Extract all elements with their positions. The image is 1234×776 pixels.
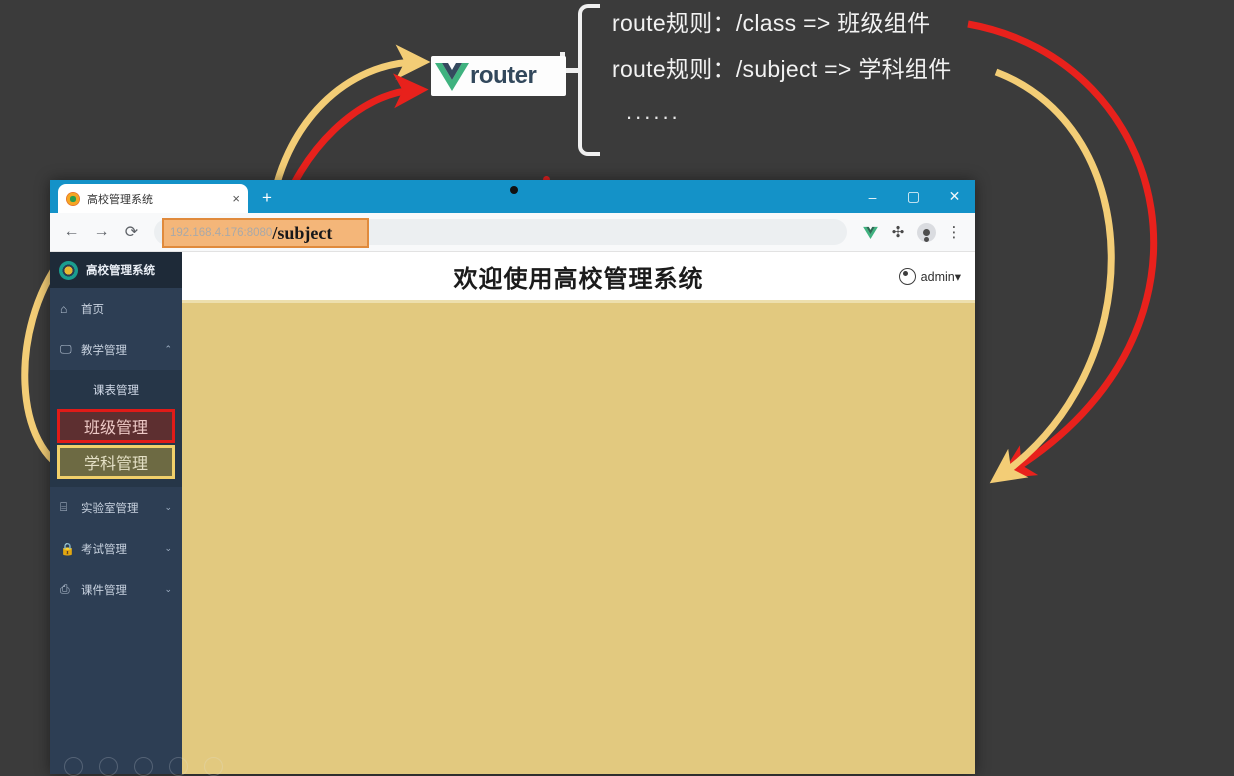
taskbar-icon[interactable] bbox=[64, 756, 83, 776]
sidebar-submenu: 课表管理 班级管理 学科管理 bbox=[50, 370, 182, 487]
site-favicon-icon bbox=[66, 191, 80, 206]
vue-devtools-icon[interactable] bbox=[857, 219, 883, 245]
app-content: 欢迎使用高校管理系统 admin▾ bbox=[182, 252, 975, 774]
profile-avatar-icon[interactable] bbox=[913, 219, 939, 245]
vue-router-logo: router bbox=[431, 56, 566, 96]
close-button[interactable]: ✕ bbox=[934, 180, 975, 213]
maximize-button[interactable]: ▢ bbox=[893, 180, 934, 213]
arrow-yellow-subject-to-page bbox=[989, 68, 1115, 484]
taskbar-icon[interactable] bbox=[204, 756, 223, 776]
window-controls: – ▢ ✕ bbox=[852, 180, 975, 213]
sidebar-item-exam-label: 考试管理 bbox=[81, 543, 127, 556]
app-sidebar: 高校管理系统 ⌂ 首页 🖵 教学管理 ⌃ 课表管理 班级管理 学科管理 ⌸ 实验… bbox=[50, 252, 182, 774]
reload-button[interactable]: ⟳ bbox=[118, 219, 145, 246]
router-view-area bbox=[182, 300, 975, 774]
sidebar-item-subject[interactable]: 学科管理 bbox=[57, 445, 175, 479]
route-rules-annotation: route规则：/class => 班级组件 route规则：/subject … bbox=[560, 0, 1008, 160]
content-header: 欢迎使用高校管理系统 admin▾ bbox=[182, 252, 975, 300]
brace-icon bbox=[578, 4, 600, 156]
lab-icon: ⌸ bbox=[60, 500, 68, 514]
user-name-label: admin▾ bbox=[920, 269, 961, 284]
url-path: /subject bbox=[272, 222, 333, 243]
browser-menu-icon[interactable]: ⋮ bbox=[941, 219, 967, 245]
taskbar bbox=[50, 756, 989, 776]
user-menu[interactable]: admin▾ bbox=[898, 267, 961, 285]
chevron-down-icon: ⌄ bbox=[164, 502, 172, 512]
sidebar-item-home-label: 首页 bbox=[81, 303, 104, 316]
sidebar-item-teaching-label: 教学管理 bbox=[81, 344, 127, 357]
chevron-down-icon: ⌄ bbox=[164, 584, 172, 594]
sidebar-item-lab-label: 实验室管理 bbox=[81, 502, 139, 515]
titlebar-marker-icon bbox=[510, 186, 518, 194]
browser-titlebar: 高校管理系统 × + – ▢ ✕ bbox=[50, 180, 975, 213]
brace-pointer-icon bbox=[564, 68, 580, 73]
forward-button[interactable]: → bbox=[88, 219, 115, 246]
sidebar-item-teaching[interactable]: 🖵 教学管理 ⌃ bbox=[50, 329, 182, 370]
courseware-icon: ⎙ bbox=[60, 582, 70, 596]
sidebar-item-courseware-label: 课件管理 bbox=[81, 584, 127, 597]
route-rule-subject: route规则：/subject => 学科组件 bbox=[612, 56, 952, 82]
page-title: 欢迎使用高校管理系统 bbox=[453, 265, 704, 293]
monitor-icon: 🖵 bbox=[60, 342, 72, 356]
screenshot-stage: route规则：/class => 班级组件 route规则：/subject … bbox=[0, 0, 1234, 776]
url-highlight-chip[interactable]: 192.168.4.176:8080 /subject bbox=[162, 218, 369, 248]
sidebar-item-schedule[interactable]: 课表管理 bbox=[50, 373, 182, 407]
sidebar-item-lab[interactable]: ⌸ 实验室管理 ⌄ bbox=[50, 487, 182, 528]
route-rule-ellipsis: ...... bbox=[626, 99, 681, 124]
vue-logo-icon bbox=[435, 63, 469, 91]
sidebar-item-class[interactable]: 班级管理 bbox=[57, 409, 175, 443]
sidebar-item-courseware[interactable]: ⎙ 课件管理 ⌄ bbox=[50, 569, 182, 610]
home-icon: ⌂ bbox=[60, 301, 68, 316]
lock-icon: 🔒 bbox=[60, 541, 75, 556]
browser-window: 高校管理系统 × + – ▢ ✕ ← → ⟳ ✣ ⋮ 高校管理系统 ⌂ 首页 🖵… bbox=[50, 180, 975, 774]
app-logo-icon bbox=[59, 260, 78, 280]
sidebar-item-home[interactable]: ⌂ 首页 bbox=[50, 288, 182, 329]
app-brand: 高校管理系统 bbox=[50, 252, 182, 288]
tab-title: 高校管理系统 bbox=[87, 193, 153, 206]
taskbar-icon[interactable] bbox=[99, 756, 118, 776]
browser-tab[interactable]: 高校管理系统 × bbox=[58, 184, 248, 213]
minimize-button[interactable]: – bbox=[852, 180, 893, 213]
back-button[interactable]: ← bbox=[58, 219, 85, 246]
tab-close-icon[interactable]: × bbox=[232, 191, 240, 206]
app-brand-name: 高校管理系统 bbox=[86, 265, 155, 277]
user-circle-icon bbox=[898, 267, 916, 285]
web-app: 高校管理系统 ⌂ 首页 🖵 教学管理 ⌃ 课表管理 班级管理 学科管理 ⌸ 实验… bbox=[50, 252, 975, 774]
chevron-down-icon: ⌄ bbox=[164, 543, 172, 553]
taskbar-icon[interactable] bbox=[169, 756, 188, 776]
vue-router-label: router bbox=[470, 62, 537, 89]
route-rule-class: route规则：/class => 班级组件 bbox=[612, 10, 931, 36]
url-host: 192.168.4.176:8080 bbox=[170, 227, 273, 239]
chevron-up-icon: ⌃ bbox=[164, 344, 172, 354]
taskbar-icon[interactable] bbox=[134, 756, 153, 776]
sidebar-item-exam[interactable]: 🔒 考试管理 ⌄ bbox=[50, 528, 182, 569]
new-tab-button[interactable]: + bbox=[262, 189, 272, 206]
puzzle-icon[interactable]: ✣ bbox=[885, 219, 911, 245]
